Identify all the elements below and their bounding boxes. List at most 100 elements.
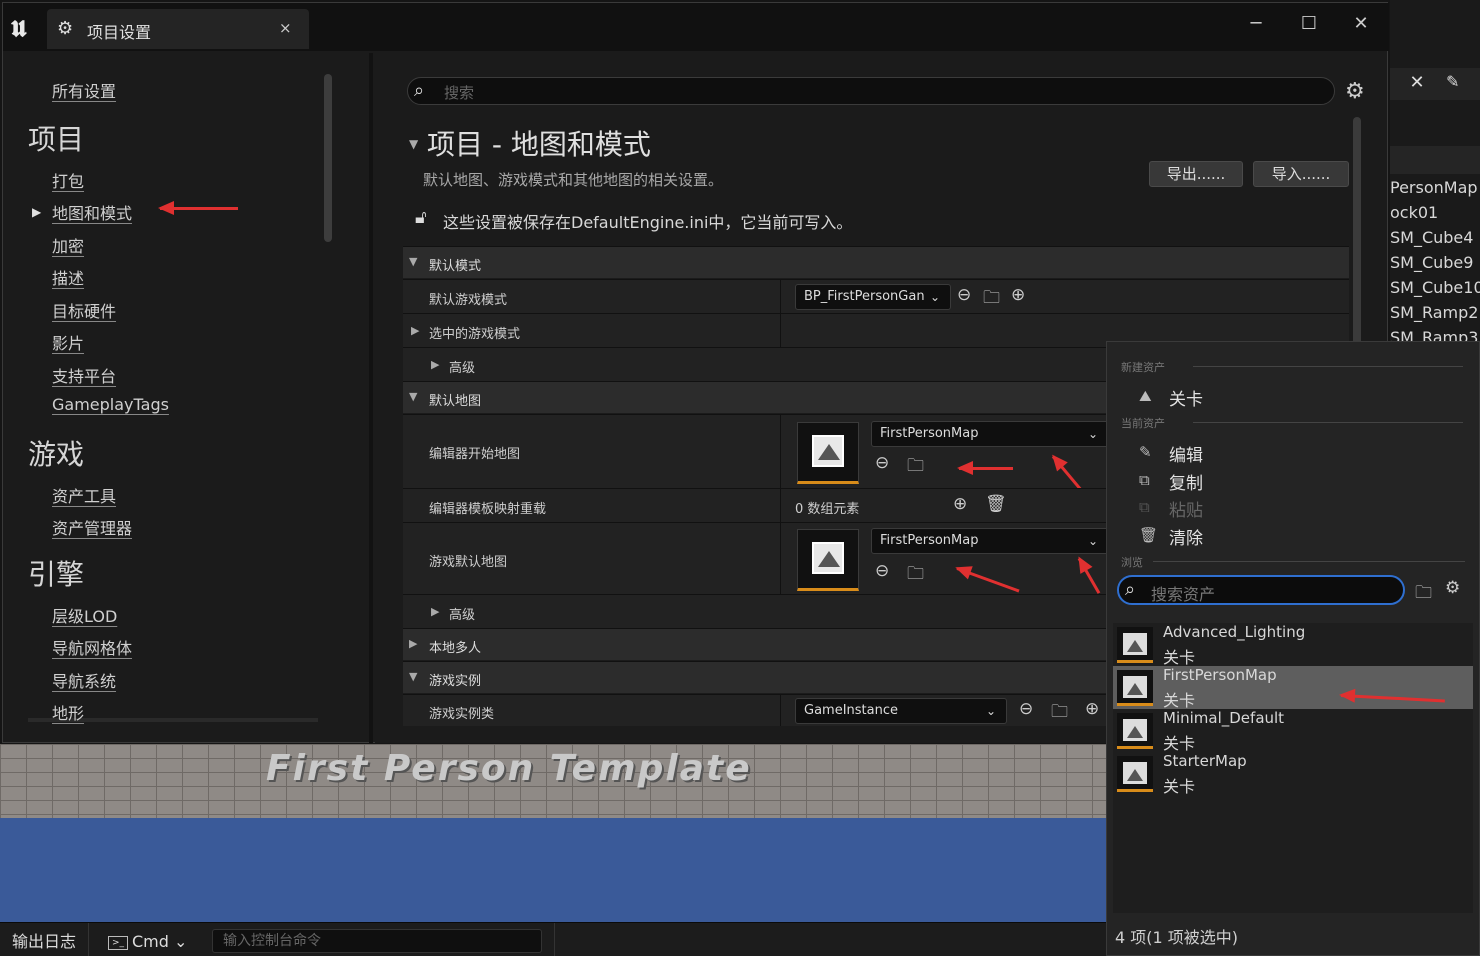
trash-icon: 🗑︎ (1139, 526, 1159, 544)
output-log-button[interactable]: 输出日志 (0, 923, 90, 956)
map-thumbnail[interactable] (797, 529, 859, 591)
collapse-triangle-icon: ▼ (409, 670, 418, 683)
nav-item[interactable]: GameplayTags (52, 395, 169, 414)
folder-icon[interactable]: 🗀 (1415, 580, 1432, 609)
paste-icon: ⧉ (1139, 498, 1150, 516)
combo-value: FirstPersonMap (880, 426, 979, 441)
outliner-item[interactable]: SM_Ramp2 (1390, 303, 1480, 328)
category-label: 本地多人 (429, 641, 482, 656)
asset-item[interactable]: Minimal_Default 关卡 (1113, 709, 1473, 753)
menu-item-edit[interactable]: 编辑 (1169, 441, 1203, 466)
settings-icon: ⚙ (57, 18, 74, 39)
asset-item-selected[interactable]: FirstPersonMap 关卡 (1113, 666, 1473, 710)
outliner-item[interactable]: SM_Cube10 (1390, 278, 1480, 303)
close-icon[interactable]: ✕ (1398, 72, 1436, 96)
browse-folder-icon[interactable]: 🗀 (983, 285, 1000, 314)
property-label: 游戏实例类 (429, 707, 495, 722)
nav-item[interactable]: 资产管理器 (52, 515, 132, 539)
pencil-icon[interactable]: ✎ (1446, 72, 1459, 91)
use-selected-icon[interactable]: ⊖ (1019, 699, 1033, 719)
nav-scrollbar[interactable] (324, 74, 332, 242)
use-selected-icon[interactable]: ⊖ (875, 561, 889, 581)
export-button[interactable]: 导出...... (1149, 161, 1243, 187)
property-label: 编辑器模板映射重载 (429, 502, 547, 517)
column-divider (780, 523, 781, 594)
asset-name: StarterMap (1163, 752, 1247, 770)
nav-group-title: 项目 (28, 123, 85, 156)
outliner-item[interactable]: SM_Cube9 (1390, 253, 1480, 278)
browse-folder-icon[interactable]: 🗀 (907, 561, 924, 590)
panel-splitter[interactable] (369, 53, 373, 743)
gear-icon[interactable]: ⚙ (1345, 79, 1365, 104)
map-thumbnail[interactable] (797, 422, 859, 484)
asset-type: 关卡 (1163, 734, 1196, 753)
collapse-triangle-icon[interactable]: ▼ (409, 137, 418, 151)
import-button[interactable]: 导入...... (1253, 161, 1349, 187)
minimize-button[interactable]: ─ (1241, 13, 1271, 34)
nav-item[interactable]: 地形 (52, 700, 84, 724)
column-divider (780, 314, 781, 347)
settings-nav: 所有设置 项目 打包 ▶ 地图和模式 加密 描述 目标硬件 影片 支持平台 Ga… (8, 58, 333, 723)
add-element-icon[interactable]: ⊕ (953, 494, 967, 514)
trash-icon[interactable]: 🗑︎ (985, 494, 1007, 514)
nav-item[interactable]: 支持平台 (52, 363, 116, 387)
nav-item[interactable]: 影片 (52, 330, 84, 354)
asset-type: 关卡 (1163, 691, 1196, 710)
add-icon[interactable]: ⊕ (1085, 699, 1099, 719)
game-mode-combo[interactable]: BP_FirstPersonGan ⌄ (795, 284, 951, 310)
browse-folder-icon[interactable]: 🗀 (1051, 699, 1068, 728)
maximize-button[interactable]: ☐ (1294, 13, 1324, 34)
asset-search-input[interactable]: ⌕ 搜索资产 (1117, 575, 1405, 605)
nav-item[interactable]: 打包 (52, 168, 84, 192)
editor-startup-map-combo[interactable]: FirstPersonMap ⌄ (871, 421, 1109, 447)
level-viewport[interactable]: First Person Template (0, 744, 1110, 922)
nav-item[interactable]: 资产工具 (52, 483, 116, 507)
nav-item[interactable]: 导航网格体 (52, 635, 132, 659)
console-input[interactable]: 输入控制台命令 (212, 929, 542, 953)
menu-item-clear[interactable]: 清除 (1169, 524, 1203, 549)
nav-item[interactable]: 目标硬件 (52, 298, 116, 322)
section-header: 新建资产 (1121, 361, 1165, 374)
settings-search-input[interactable]: ⌕ 搜索 (407, 77, 1335, 105)
outliner-item[interactable]: PersonMap (1390, 178, 1480, 203)
details-scrollbar[interactable] (1353, 117, 1361, 347)
game-instance-combo[interactable]: GameInstance ⌄ (795, 698, 1007, 724)
nav-item[interactable]: 描述 (52, 265, 84, 289)
asset-item[interactable]: Advanced_Lighting 关卡 (1113, 623, 1473, 667)
game-default-map-combo[interactable]: FirstPersonMap ⌄ (871, 528, 1109, 554)
nav-item-selected[interactable]: 地图和模式 (52, 200, 132, 224)
menu-item-new-level[interactable]: 关卡 (1169, 385, 1203, 410)
expand-triangle-icon: ▶ (409, 637, 418, 650)
gear-icon[interactable]: ⚙ (1445, 578, 1460, 598)
close-button[interactable]: ✕ (1346, 13, 1376, 34)
property-label: 高级 (449, 361, 476, 376)
nav-all-settings[interactable]: 所有设置 (52, 78, 116, 102)
property-row-default-game-mode: 默认游戏模式 BP_FirstPersonGan ⌄ ⊖ 🗀 ⊕ (403, 279, 1349, 313)
browse-folder-icon[interactable]: 🗀 (907, 453, 924, 482)
expand-triangle-icon: ▶ (411, 324, 420, 337)
use-selected-icon[interactable]: ⊖ (957, 285, 971, 305)
tab-close-icon[interactable]: × (279, 19, 292, 37)
divider (1153, 561, 1465, 562)
category-default-modes[interactable]: ▼ 默认模式 (403, 246, 1349, 278)
column-divider (780, 695, 781, 726)
outliner-item[interactable]: SM_Cube4 (1390, 228, 1480, 253)
asset-item[interactable]: StarterMap 关卡 (1113, 752, 1473, 796)
column-divider (780, 489, 781, 522)
nav-item[interactable]: 加密 (52, 233, 84, 257)
status-bar: 输出日志 >_ Cmd ⌄ 输入控制台命令 (0, 922, 1110, 956)
asset-picker-popup: 新建资产 ⛰ 关卡 当前资产 ✎ 编辑 ⧉ 复制 ⧉ 粘贴 🗑︎ 清除 浏览 ⌕… (1106, 341, 1480, 956)
menu-item-copy[interactable]: 复制 (1169, 469, 1203, 494)
add-icon[interactable]: ⊕ (1011, 285, 1025, 305)
property-label: 高级 (449, 608, 476, 623)
cmd-dropdown[interactable]: >_ Cmd ⌄ (108, 923, 208, 956)
nav-group-title: 游戏 (28, 438, 85, 471)
section-title: 项目 - 地图和模式 (427, 128, 651, 161)
menu-item-paste[interactable]: 粘贴 (1169, 496, 1203, 521)
use-selected-icon[interactable]: ⊖ (875, 453, 889, 473)
collapse-triangle-icon: ▼ (409, 255, 418, 268)
nav-item[interactable]: 导航系统 (52, 668, 116, 692)
nav-item[interactable]: 层级LOD (52, 603, 117, 627)
tab-project-settings[interactable]: ⚙ 项目设置 × (47, 9, 309, 49)
outliner-item[interactable]: ock01 (1390, 203, 1480, 228)
